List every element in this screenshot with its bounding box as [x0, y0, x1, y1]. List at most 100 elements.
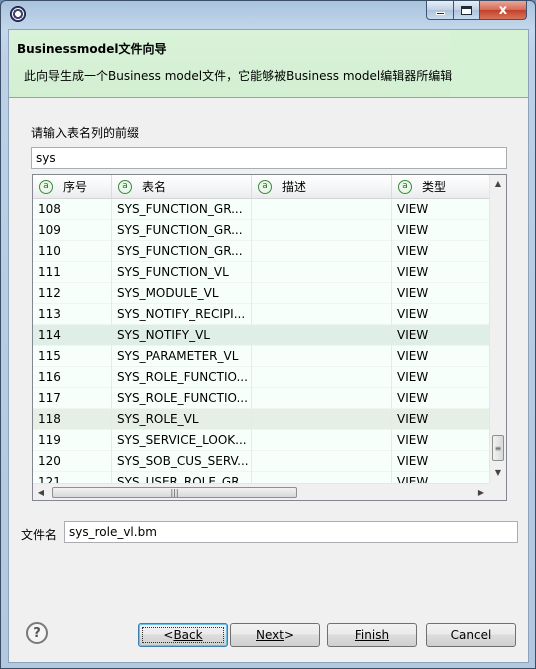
- next-button[interactable]: Next >: [230, 623, 320, 647]
- cell-type: VIEW: [392, 367, 491, 388]
- cell-desc: [252, 241, 392, 262]
- cell-desc: [252, 409, 392, 430]
- wizard-header: Businessmodel文件向导 此向导生成一个Business model文…: [9, 30, 528, 98]
- filename-label: 文件名: [21, 528, 58, 542]
- cell-no: 112: [33, 283, 112, 304]
- cell-type: VIEW: [392, 430, 491, 451]
- maximize-button[interactable]: [453, 1, 480, 20]
- cell-desc: [252, 346, 392, 367]
- table-row[interactable]: 118 SYS_ROLE_VL VIEW: [33, 409, 491, 430]
- close-button[interactable]: x: [479, 1, 527, 20]
- cell-no: 108: [33, 199, 112, 220]
- cell-no: 110: [33, 241, 112, 262]
- cell-desc: [252, 388, 392, 409]
- cell-no: 114: [33, 325, 112, 346]
- attribute-icon: a: [39, 179, 53, 194]
- cell-name: SYS_FUNCTION_GR...: [112, 220, 252, 241]
- wizard-window: x Businessmodel文件向导 此向导生成一个Business mode…: [0, 0, 536, 669]
- table-row[interactable]: 120 SYS_SOB_CUS_SERV... VIEW: [33, 451, 491, 472]
- cell-type: VIEW: [392, 304, 491, 325]
- cell-desc: [252, 304, 392, 325]
- table-row[interactable]: 115 SYS_PARAMETER_VL VIEW: [33, 346, 491, 367]
- cell-name: SYS_NOTIFY_VL: [112, 325, 252, 346]
- minimize-icon: [435, 11, 445, 15]
- column-header-name[interactable]: a 表名: [112, 175, 252, 198]
- column-header-type[interactable]: a 类型: [392, 175, 491, 198]
- cell-no: 119: [33, 430, 112, 451]
- cell-type: VIEW: [392, 451, 491, 472]
- attribute-icon: a: [398, 179, 412, 194]
- tables-table[interactable]: a 序号 a 表名 a 描述 a 类型 108 SYS_FUNCTION_GR..…: [32, 174, 507, 501]
- cell-type: VIEW: [392, 346, 491, 367]
- title-bar[interactable]: x: [1, 1, 535, 25]
- cell-desc: [252, 262, 392, 283]
- table-row[interactable]: 110 SYS_FUNCTION_GR... VIEW: [33, 241, 491, 262]
- table-row[interactable]: 113 SYS_NOTIFY_RECIPI... VIEW: [33, 304, 491, 325]
- cell-type: VIEW: [392, 199, 491, 220]
- close-icon: x: [498, 2, 508, 18]
- table-row[interactable]: 119 SYS_SERVICE_LOOK... VIEW: [33, 430, 491, 451]
- table-row[interactable]: 114 SYS_NOTIFY_VL VIEW: [33, 325, 491, 346]
- eclipse-icon: [10, 6, 26, 22]
- cell-name: SYS_FUNCTION_GR...: [112, 241, 252, 262]
- cell-name: SYS_MODULE_VL: [112, 283, 252, 304]
- cell-no: 111: [33, 262, 112, 283]
- finish-button[interactable]: Finish: [327, 623, 417, 647]
- cell-desc: [252, 199, 392, 220]
- scroll-left-icon[interactable]: ◀: [33, 484, 49, 500]
- scrollbar-corner: [489, 483, 506, 500]
- cell-type: VIEW: [392, 262, 491, 283]
- cell-desc: [252, 325, 392, 346]
- scroll-right-icon[interactable]: ▶: [473, 484, 489, 500]
- cell-name: SYS_FUNCTION_VL: [112, 262, 252, 283]
- cell-name: SYS_NOTIFY_RECIPI...: [112, 304, 252, 325]
- scroll-down-icon[interactable]: ▼: [490, 464, 506, 481]
- page-description: 此向导生成一个Business model文件，它能够被Business mod…: [24, 69, 453, 83]
- cell-type: VIEW: [392, 325, 491, 346]
- cell-type: VIEW: [392, 409, 491, 430]
- page-title: Businessmodel文件向导: [17, 42, 167, 56]
- minimize-button[interactable]: [426, 1, 454, 20]
- table-row[interactable]: 111 SYS_FUNCTION_VL VIEW: [33, 262, 491, 283]
- back-button[interactable]: < Back: [138, 623, 228, 647]
- column-header-desc[interactable]: a 描述: [252, 175, 392, 198]
- filename-input[interactable]: sys_role_vl.bm: [64, 521, 518, 543]
- cell-no: 117: [33, 388, 112, 409]
- cell-desc: [252, 220, 392, 241]
- cell-no: 120: [33, 451, 112, 472]
- cell-type: VIEW: [392, 241, 491, 262]
- horizontal-scroll-thumb[interactable]: |||: [52, 487, 297, 498]
- cell-desc: [252, 451, 392, 472]
- prefix-input[interactable]: sys: [31, 147, 507, 169]
- horizontal-scrollbar[interactable]: ◀ ||| ▶: [33, 483, 506, 500]
- attribute-icon: a: [118, 179, 132, 194]
- cell-no: 118: [33, 409, 112, 430]
- scroll-up-icon[interactable]: ▲: [490, 175, 506, 192]
- cell-no: 116: [33, 367, 112, 388]
- cell-name: SYS_FUNCTION_GR...: [112, 199, 252, 220]
- column-header-no[interactable]: a 序号: [33, 175, 112, 198]
- cell-desc: [252, 430, 392, 451]
- vertical-scrollbar[interactable]: ▲ ≡ ▼: [489, 175, 506, 483]
- cell-type: VIEW: [392, 283, 491, 304]
- cell-name: SYS_PARAMETER_VL: [112, 346, 252, 367]
- table-row[interactable]: 116 SYS_ROLE_FUNCTIO... VIEW: [33, 367, 491, 388]
- vertical-scroll-thumb[interactable]: ≡: [492, 435, 504, 461]
- header-image: [450, 30, 528, 97]
- table-row[interactable]: 112 SYS_MODULE_VL VIEW: [33, 283, 491, 304]
- maximize-icon: [461, 5, 472, 15]
- cancel-button[interactable]: Cancel: [426, 623, 516, 647]
- cell-no: 109: [33, 220, 112, 241]
- cell-desc: [252, 283, 392, 304]
- table-header: a 序号 a 表名 a 描述 a 类型: [33, 175, 491, 199]
- wizard-client-area: Businessmodel文件向导 此向导生成一个Business model文…: [8, 29, 529, 663]
- cell-no: 115: [33, 346, 112, 367]
- cell-name: SYS_ROLE_VL: [112, 409, 252, 430]
- cell-type: VIEW: [392, 220, 491, 241]
- table-row[interactable]: 108 SYS_FUNCTION_GR... VIEW: [33, 199, 491, 220]
- help-icon[interactable]: ?: [26, 622, 48, 644]
- table-row[interactable]: 117 SYS_ROLE_FUNCTIO... VIEW: [33, 388, 491, 409]
- table-row[interactable]: 109 SYS_FUNCTION_GR... VIEW: [33, 220, 491, 241]
- cell-type: VIEW: [392, 388, 491, 409]
- cell-name: SYS_ROLE_FUNCTIO...: [112, 388, 252, 409]
